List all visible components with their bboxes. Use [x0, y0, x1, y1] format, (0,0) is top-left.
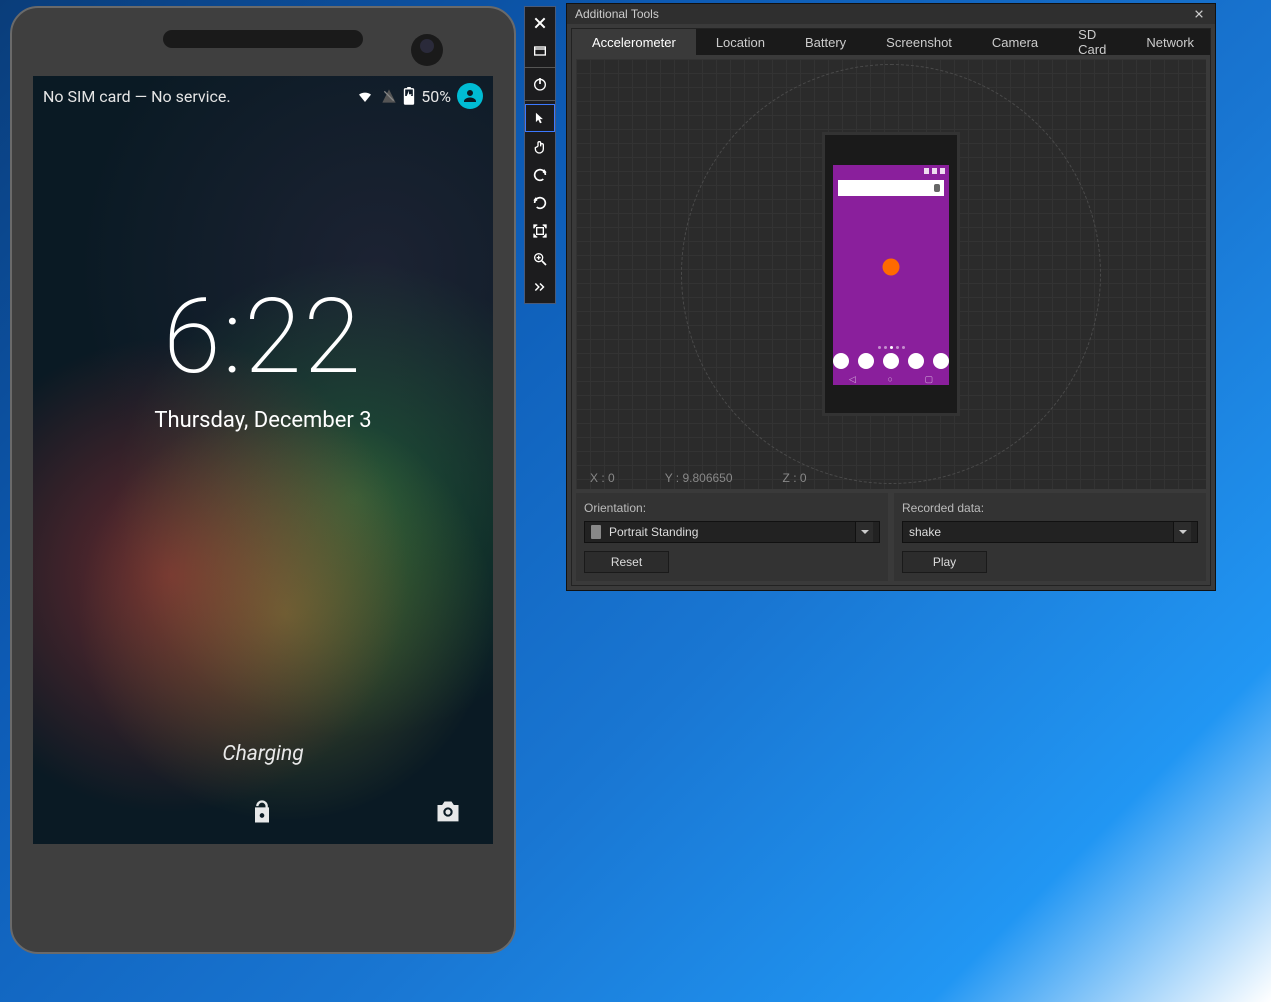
rotate-left-button[interactable] [525, 161, 555, 189]
clock-time: 6:22 [33, 286, 493, 390]
additional-tools-panel: Additional Tools Accelerometer Location … [566, 3, 1216, 591]
tab-accelerometer[interactable]: Accelerometer [572, 29, 696, 55]
close-button[interactable] [525, 9, 555, 37]
accel-y: Y : 9.806650 [665, 471, 733, 485]
power-button[interactable] [525, 70, 555, 98]
accel-x: X : 0 [590, 471, 615, 485]
recorded-data-control: Recorded data: shake Play [894, 493, 1206, 581]
accelerometer-phone-preview[interactable]: ◁○▢ [822, 132, 960, 416]
recorded-label: Recorded data: [902, 501, 1198, 515]
battery-percent-text: 50% [421, 87, 451, 106]
tab-camera[interactable]: Camera [972, 29, 1058, 55]
accelerometer-canvas[interactable]: ◁○▢ X : 0 Y : 9.806650 Z : 0 [576, 59, 1206, 489]
speaker-grille [163, 30, 363, 48]
tab-battery[interactable]: Battery [785, 29, 866, 55]
preview-screen: ◁○▢ [833, 165, 949, 385]
user-avatar-icon[interactable] [457, 83, 483, 109]
signal-none-icon [381, 88, 397, 104]
preview-statusbar [833, 165, 949, 177]
tab-location[interactable]: Location [696, 29, 785, 55]
recorded-select[interactable]: shake [902, 521, 1198, 543]
tools-close-button[interactable] [1191, 6, 1207, 22]
accelerometer-readout: X : 0 Y : 9.806650 Z : 0 [590, 471, 807, 485]
device-screen[interactable]: No SIM card — No service. 50% 6:22 Thurs… [33, 76, 493, 844]
emulator-device-frame: No SIM card — No service. 50% 6:22 Thurs… [10, 6, 516, 954]
clock-date: Thursday, December 3 [33, 408, 493, 433]
orientation-value: Portrait Standing [609, 525, 698, 539]
sim-status-text: No SIM card — No service. [43, 87, 231, 106]
rotate-right-button[interactable] [525, 189, 555, 217]
orientation-control: Orientation: Portrait Standing Reset [576, 493, 888, 581]
tab-screenshot[interactable]: Screenshot [866, 29, 972, 55]
orientation-select[interactable]: Portrait Standing [584, 521, 880, 543]
orientation-label: Orientation: [584, 501, 880, 515]
camera-icon[interactable] [433, 798, 463, 830]
phone-portrait-icon [591, 525, 601, 539]
emulator-toolbar [524, 6, 556, 304]
accelerometer-ball-icon [883, 258, 900, 275]
tab-network[interactable]: Network [1126, 29, 1214, 55]
tools-title-text: Additional Tools [575, 7, 659, 21]
touch-mode-button[interactable] [525, 133, 555, 161]
front-camera [411, 34, 443, 66]
tools-tabs: Accelerometer Location Battery Screensho… [572, 29, 1210, 55]
more-tools-button[interactable] [525, 273, 555, 301]
pointer-mode-button[interactable] [525, 104, 555, 132]
preview-page-indicator [833, 346, 949, 349]
preview-navbar: ◁○▢ [833, 373, 949, 385]
battery-charging-icon [403, 87, 415, 105]
preview-search-bar [838, 180, 944, 196]
preview-dock [833, 353, 949, 373]
status-bar: No SIM card — No service. 50% [33, 76, 493, 116]
play-button[interactable]: Play [902, 551, 987, 573]
zoom-button[interactable] [525, 245, 555, 273]
tools-titlebar[interactable]: Additional Tools [567, 4, 1215, 24]
minimize-button[interactable] [525, 37, 555, 65]
charging-label: Charging [33, 742, 493, 766]
recorded-value: shake [909, 525, 941, 539]
reset-button[interactable]: Reset [584, 551, 669, 573]
wifi-icon [355, 88, 375, 104]
chevron-down-icon [855, 522, 873, 542]
accel-z: Z : 0 [783, 471, 807, 485]
lock-icon[interactable] [248, 798, 276, 830]
chevron-down-icon [1173, 522, 1191, 542]
lockscreen-clock: 6:22 Thursday, December 3 [33, 286, 493, 433]
fit-screen-button[interactable] [525, 217, 555, 245]
tab-sdcard[interactable]: SD Card [1058, 29, 1126, 55]
